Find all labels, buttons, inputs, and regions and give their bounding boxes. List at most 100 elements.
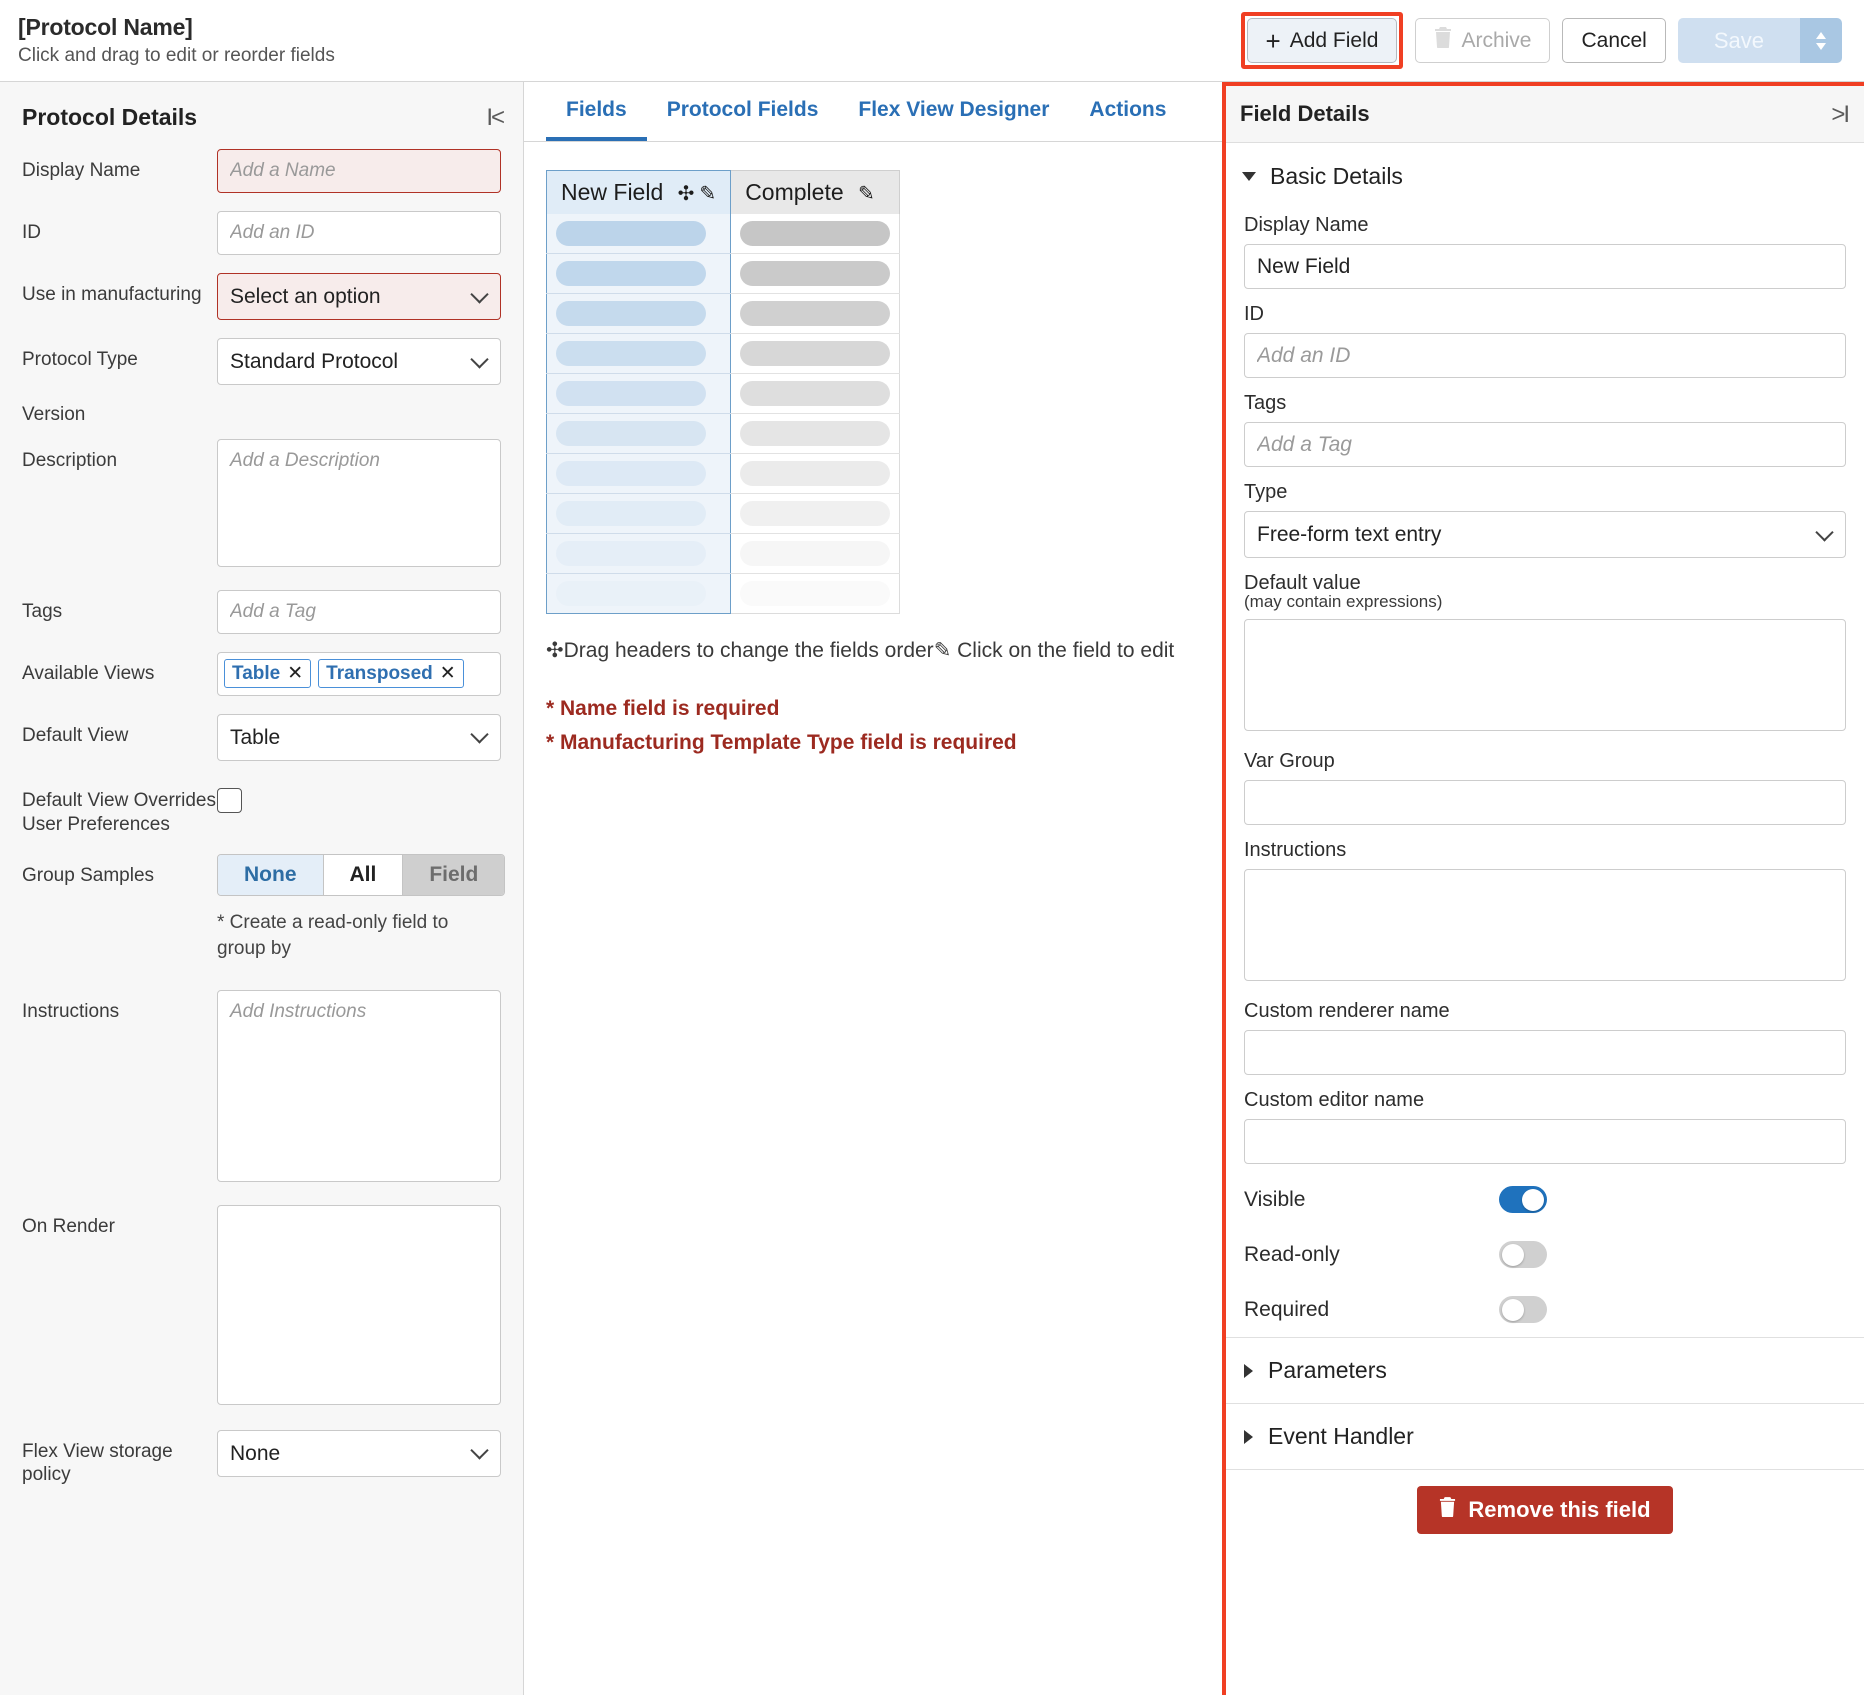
close-icon[interactable]: ✕	[287, 662, 303, 685]
caret-updown-icon[interactable]	[1800, 18, 1842, 63]
field-default-value-textarea[interactable]	[1244, 619, 1846, 731]
placeholder-cell	[545, 533, 732, 575]
archive-button[interactable]: Archive	[1415, 18, 1551, 63]
id-label: ID	[22, 222, 41, 243]
id-input[interactable]	[217, 211, 501, 255]
tab-fields[interactable]: Fields	[546, 82, 647, 141]
collapse-left-icon[interactable]: I<	[486, 104, 505, 130]
field-custom-renderer-input[interactable]	[1244, 1030, 1846, 1075]
table-row	[545, 253, 901, 295]
toggle-required-label: Required	[1244, 1297, 1330, 1321]
table-row	[545, 333, 901, 375]
field-instructions-textarea[interactable]	[1244, 869, 1846, 981]
placeholder-cell	[730, 333, 901, 375]
cancel-button[interactable]: Cancel	[1562, 18, 1666, 63]
field-var-group-label: Var Group	[1244, 750, 1335, 772]
toggle-read-only[interactable]	[1499, 1241, 1547, 1268]
pencil-icon[interactable]: ✎	[699, 181, 716, 206]
tab-actions[interactable]: Actions	[1069, 82, 1186, 141]
field-row-default-view: Default View Table	[22, 713, 501, 761]
chevron-right-icon	[1244, 1429, 1253, 1444]
chip-transposed[interactable]: Transposed ✕	[318, 659, 464, 689]
description-textarea[interactable]	[217, 438, 501, 567]
placeholder-pill	[740, 581, 891, 607]
default-view-overrides-checkbox[interactable]	[217, 787, 242, 813]
table-row	[545, 573, 901, 615]
collapse-right-icon[interactable]: >I	[1831, 101, 1850, 127]
group-samples-option-none[interactable]: None	[218, 855, 324, 896]
add-field-button[interactable]: + Add Field	[1246, 18, 1398, 63]
placeholder-cell	[545, 493, 732, 535]
placeholder-pill	[740, 501, 891, 527]
close-icon[interactable]: ✕	[440, 662, 456, 685]
drag-move-icon[interactable]: ✣	[678, 181, 695, 206]
flex-view-storage-policy-select[interactable]: None	[217, 1429, 501, 1477]
field-var-group-input[interactable]	[1244, 780, 1846, 825]
toggle-read-only-label: Read-only	[1244, 1242, 1340, 1266]
remove-field-button[interactable]: Remove this field	[1417, 1486, 1673, 1534]
field-display-name-input[interactable]	[1244, 244, 1846, 289]
protocol-type-select[interactable]: Standard Protocol	[217, 338, 501, 385]
field-details-body: Basic Details Display Name ID Tags Type …	[1226, 143, 1864, 1695]
pencil-icon[interactable]: ✎	[858, 181, 875, 206]
column-header-complete[interactable]: Complete ✎	[730, 170, 901, 215]
field-row-protocol-type: Protocol Type Standard Protocol	[22, 338, 501, 385]
chip-table[interactable]: Table ✕	[224, 659, 312, 689]
field-row-default-view-overrides: Default View Overrides User Preferences	[22, 779, 501, 837]
basic-details-section-header[interactable]: Basic Details	[1226, 143, 1864, 200]
field-custom-editor-input[interactable]	[1244, 1119, 1846, 1164]
flex-view-storage-policy-label: Flex View storage policy	[22, 1440, 173, 1486]
field-row-group-samples: Group Samples None All Field * Create a …	[22, 854, 506, 961]
error-message-manufacturing-type-required: * Manufacturing Template Type field is r…	[546, 731, 1017, 755]
field-id-input[interactable]	[1244, 333, 1846, 378]
placeholder-pill	[740, 341, 891, 367]
title-block: [Protocol Name] Click and drag to edit o…	[18, 14, 335, 67]
drag-hint-text-2: Click on the field to edit	[957, 639, 1175, 663]
instructions-textarea[interactable]	[217, 989, 501, 1182]
toggle-row-visible: Visible	[1226, 1164, 1864, 1227]
display-name-input[interactable]	[217, 149, 501, 193]
field-row-tags: Tags	[22, 589, 501, 634]
default-view-select[interactable]: Table	[217, 713, 501, 761]
instructions-label: Instructions	[22, 1000, 120, 1022]
fields-preview-table: New Field ✣ ✎ Complete ✎	[545, 170, 901, 615]
parameters-section-header[interactable]: Parameters	[1226, 1337, 1864, 1403]
flex-view-storage-policy-select-wrap: None	[217, 1429, 501, 1477]
field-display-name-label: Display Name	[1244, 214, 1369, 236]
group-samples-option-all[interactable]: All	[323, 855, 404, 896]
toggle-knob	[1522, 1188, 1544, 1211]
placeholder-pill	[740, 461, 891, 487]
toggle-visible-label: Visible	[1244, 1187, 1306, 1211]
pencil-icon: ✎	[933, 639, 952, 663]
placeholder-pill	[556, 501, 706, 527]
placeholder-pill	[556, 581, 706, 607]
toggle-visible[interactable]	[1499, 1186, 1547, 1213]
group-samples-option-field[interactable]: Field	[403, 855, 505, 896]
save-button[interactable]: Save	[1677, 18, 1800, 63]
chip-table-label: Table	[232, 662, 281, 684]
tab-protocol-fields[interactable]: Protocol Fields	[647, 82, 839, 141]
field-row-display-name: Display Name	[22, 149, 501, 193]
placeholder-cell	[730, 214, 901, 255]
on-render-textarea[interactable]	[217, 1204, 501, 1405]
validation-errors: * Name field is required * Manufacturing…	[546, 697, 1200, 755]
available-views-chipbox[interactable]: Table ✕ Transposed ✕	[217, 651, 501, 696]
protocol-details-header: Protocol Details I<	[0, 82, 523, 141]
placeholder-cell	[545, 373, 732, 415]
field-type-select[interactable]: Free-form text entry	[1244, 511, 1846, 558]
parameters-label: Parameters	[1268, 1357, 1387, 1383]
column-header-new-field-label: New Field	[561, 179, 664, 205]
column-header-new-field[interactable]: New Field ✣ ✎	[545, 170, 732, 215]
event-handler-section-header[interactable]: Event Handler	[1226, 1403, 1864, 1469]
toggle-row-read-only: Read-only	[1226, 1227, 1864, 1282]
use-in-manufacturing-select[interactable]: Select an option	[217, 273, 501, 320]
field-tags-input[interactable]	[1244, 422, 1846, 467]
table-row	[545, 373, 901, 415]
protocol-editor-app: [Protocol Name] Click and drag to edit o…	[0, 0, 1864, 1695]
tab-flex-view-designer[interactable]: Flex View Designer	[838, 82, 1069, 141]
group-samples-note: * Create a read-only field to group by	[217, 912, 449, 959]
toggle-required[interactable]	[1499, 1296, 1547, 1323]
tags-input[interactable]	[217, 589, 501, 634]
available-views-label: Available Views	[22, 662, 155, 684]
top-toolbar: [Protocol Name] Click and drag to edit o…	[0, 0, 1864, 82]
